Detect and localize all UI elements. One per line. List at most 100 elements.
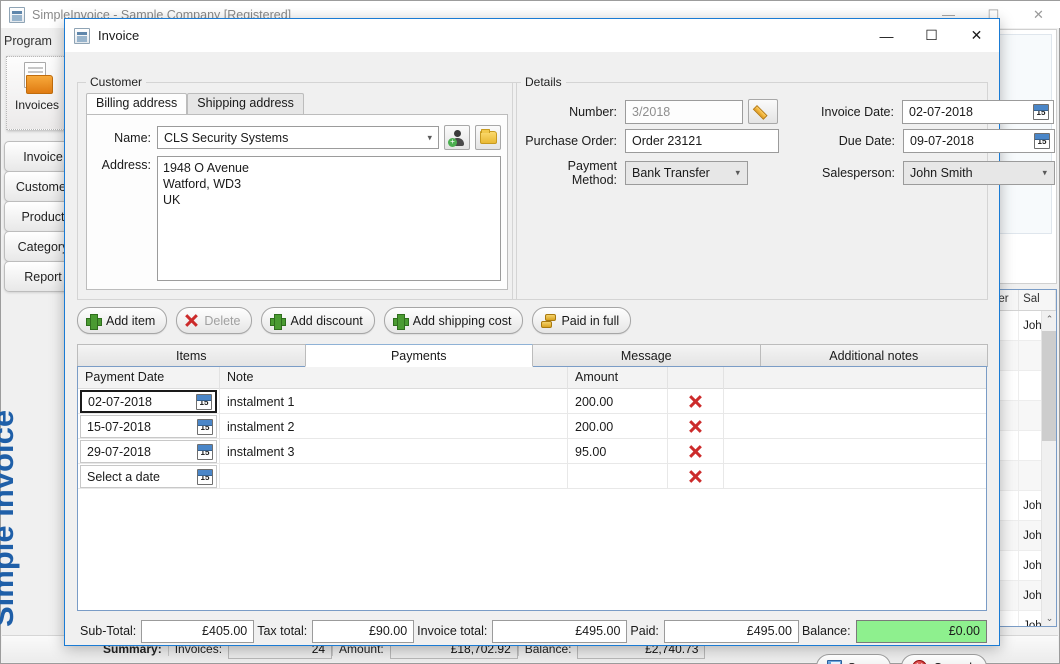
- chevron-down-icon: ▾: [427, 132, 432, 143]
- delete-row-button[interactable]: [668, 439, 724, 464]
- cell-note[interactable]: instalment 1: [220, 389, 568, 414]
- payment-date-editor[interactable]: 02-07-2018 15: [80, 390, 217, 413]
- customer-name-row: Name: CLS Security Systems ▾ +: [93, 125, 501, 150]
- column-header-salesperson[interactable]: Sal: [1019, 290, 1056, 310]
- red-x-icon: [689, 445, 702, 458]
- customer-name-label: Name:: [93, 131, 151, 145]
- tab-payments[interactable]: Payments: [305, 344, 534, 367]
- scroll-up-icon[interactable]: ⌃: [1042, 311, 1057, 327]
- customer-address-textarea[interactable]: 1948 O Avenue Watford, WD3 UK: [157, 156, 501, 281]
- cell-note[interactable]: instalment 2: [220, 414, 568, 439]
- scrollbar-thumb[interactable]: [1042, 331, 1057, 441]
- add-customer-button[interactable]: +: [444, 125, 470, 150]
- payment-date-value: 29-07-2018: [87, 445, 151, 459]
- add-person-icon: +: [449, 130, 465, 146]
- menu-program[interactable]: Program: [4, 34, 52, 48]
- delete-button[interactable]: Delete: [176, 307, 252, 334]
- table-row[interactable]: 02-07-2018 15 instalment 1 200.00: [78, 389, 986, 414]
- column-header-amount[interactable]: Amount: [568, 367, 668, 389]
- column-header-spacer: [724, 367, 986, 389]
- green-plus-icon: [393, 314, 407, 328]
- payment-date-editor[interactable]: 15-07-2018 15: [80, 415, 217, 438]
- ribbon-item-invoices[interactable]: Invoices: [6, 56, 68, 130]
- cell-payment-date[interactable]: Select a date 15: [78, 464, 220, 489]
- red-x-icon: [689, 420, 702, 433]
- column-header-payment-date[interactable]: Payment Date: [78, 367, 220, 389]
- totals-bar: Sub-Total: £405.00 Tax total: £90.00 Inv…: [77, 618, 987, 644]
- paid-in-full-button[interactable]: Paid in full: [532, 307, 631, 334]
- table-row[interactable]: 15-07-2018 15 instalment 2 200.00: [78, 414, 986, 439]
- delete-label: Delete: [204, 314, 240, 328]
- ribbon-item-invoices-label: Invoices: [15, 98, 59, 112]
- tab-billing-address[interactable]: Billing address: [86, 93, 187, 114]
- salesperson-label: Salesperson:: [789, 166, 895, 180]
- dialog-close-icon[interactable]: ✕: [954, 19, 999, 52]
- cell-payment-date[interactable]: 29-07-2018 15: [78, 439, 220, 464]
- cell-amount[interactable]: 200.00: [568, 389, 668, 414]
- red-x-icon: [689, 395, 702, 408]
- calendar-icon[interactable]: 15: [197, 419, 213, 435]
- salesperson-value: John Smith: [910, 166, 973, 180]
- balance-value: £0.00: [856, 620, 987, 643]
- cell-payment-date[interactable]: 15-07-2018 15: [78, 414, 220, 439]
- green-plus-icon: [86, 314, 100, 328]
- customer-name-value: CLS Security Systems: [164, 131, 288, 145]
- cell-spacer: [724, 464, 986, 489]
- tab-message[interactable]: Message: [532, 344, 761, 367]
- column-header-delete: [668, 367, 724, 389]
- browse-customer-button[interactable]: [475, 125, 501, 150]
- paid-value: £495.00: [664, 620, 799, 643]
- red-x-icon: [185, 314, 198, 327]
- details-row-purchase-order: Purchase Order: Order 23121 Due Date: 09…: [521, 129, 1055, 153]
- calendar-icon[interactable]: 15: [197, 444, 213, 460]
- due-date-field[interactable]: 09-07-2018 15: [903, 129, 1055, 153]
- delete-row-button[interactable]: [668, 389, 724, 414]
- invoice-date-value: 02-07-2018: [909, 105, 973, 119]
- calendar-icon[interactable]: 15: [196, 394, 212, 410]
- dialog-maximize-icon[interactable]: ☐: [909, 19, 954, 52]
- salesperson-dropdown[interactable]: John Smith ▾: [903, 161, 1055, 185]
- cancel-button-label: Cancel: [933, 661, 972, 664]
- dialog-minimize-icon[interactable]: —: [864, 19, 909, 52]
- tab-additional-notes[interactable]: Additional notes: [760, 344, 989, 367]
- cell-payment-date[interactable]: 02-07-2018 15: [78, 389, 220, 414]
- tab-items[interactable]: Items: [77, 344, 306, 367]
- add-shipping-cost-button[interactable]: Add shipping cost: [384, 307, 524, 334]
- edit-number-button[interactable]: [748, 99, 778, 124]
- cancel-button[interactable]: ✕ Cancel: [901, 654, 987, 664]
- customer-name-combobox[interactable]: CLS Security Systems ▾: [157, 126, 439, 149]
- chevron-down-icon: ▾: [1042, 168, 1047, 179]
- dialog-action-buttons: ✓ Save ✕ Cancel: [816, 654, 987, 664]
- payment-date-editor[interactable]: Select a date 15: [80, 465, 217, 488]
- add-item-button[interactable]: Add item: [77, 307, 167, 334]
- purchase-order-field[interactable]: Order 23121: [625, 129, 779, 153]
- cell-note[interactable]: [220, 464, 568, 489]
- chevron-down-icon: ▾: [735, 168, 740, 179]
- grid-scrollbar[interactable]: ⌃ ⌄: [1041, 311, 1056, 626]
- table-row-new[interactable]: Select a date 15: [78, 464, 986, 489]
- calendar-icon[interactable]: 15: [1034, 133, 1050, 149]
- payment-method-dropdown[interactable]: Bank Transfer ▾: [625, 161, 748, 185]
- scroll-down-icon[interactable]: ⌄: [1042, 610, 1057, 626]
- calendar-icon[interactable]: 15: [197, 469, 213, 485]
- balance-label: Balance:: [799, 624, 856, 638]
- calendar-icon[interactable]: 15: [1033, 104, 1049, 120]
- tab-shipping-address[interactable]: Shipping address: [187, 93, 304, 114]
- table-row[interactable]: 29-07-2018 15 instalment 3 95.00: [78, 439, 986, 464]
- application-icon: [9, 7, 25, 23]
- add-discount-label: Add discount: [290, 314, 362, 328]
- save-button[interactable]: ✓ Save: [816, 654, 892, 664]
- invoice-date-field[interactable]: 02-07-2018 15: [902, 100, 1054, 124]
- cell-amount[interactable]: 200.00: [568, 414, 668, 439]
- cell-spacer: [724, 414, 986, 439]
- add-discount-button[interactable]: Add discount: [261, 307, 374, 334]
- cell-amount[interactable]: [568, 464, 668, 489]
- delete-row-button[interactable]: [668, 414, 724, 439]
- close-icon[interactable]: ✕: [1016, 1, 1060, 28]
- cell-amount[interactable]: 95.00: [568, 439, 668, 464]
- delete-row-button[interactable]: [668, 464, 724, 489]
- cell-note[interactable]: instalment 3: [220, 439, 568, 464]
- column-header-note[interactable]: Note: [220, 367, 568, 389]
- paid-label: Paid:: [627, 624, 664, 638]
- payment-date-editor[interactable]: 29-07-2018 15: [80, 440, 217, 463]
